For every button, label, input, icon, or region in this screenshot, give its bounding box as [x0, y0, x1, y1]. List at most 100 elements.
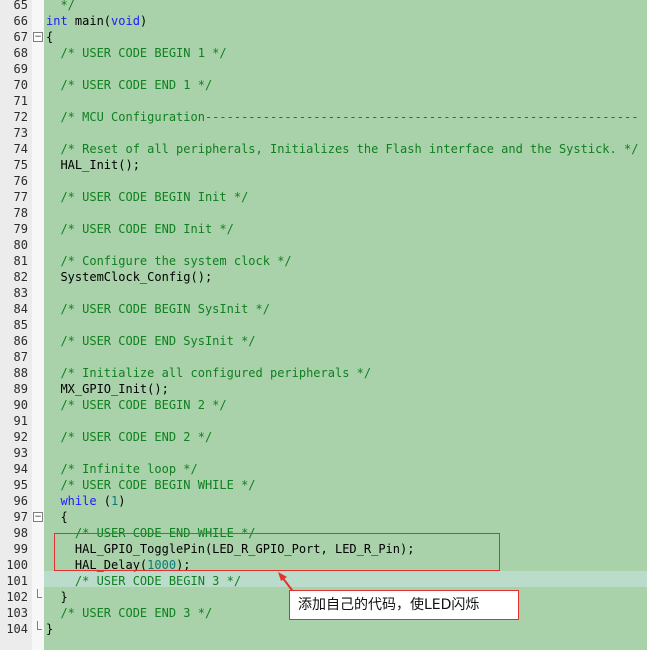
code-line[interactable]: 89 MX_GPIO_Init(); — [0, 381, 647, 397]
code-token: /* USER CODE END 3 */ — [46, 606, 213, 620]
fold-toggle-icon[interactable]: − — [33, 512, 43, 522]
code-text: /* USER CODE BEGIN 1 */ — [46, 45, 226, 61]
code-line[interactable]: 68 /* USER CODE BEGIN 1 */ — [0, 45, 647, 61]
code-text: HAL_Init(); — [46, 157, 140, 173]
code-text: } — [46, 621, 53, 637]
code-line[interactable]: 66 int main(void) — [0, 13, 647, 29]
code-token: ) — [118, 494, 126, 508]
line-number: 99 — [13, 542, 28, 556]
line-number: 96 — [13, 494, 28, 508]
code-token: ( — [96, 494, 112, 508]
code-line[interactable]: 75 HAL_Init(); — [0, 157, 647, 173]
callout-text: 添加自己的代码，使LED闪烁 — [298, 597, 480, 613]
line-number: 98 — [13, 526, 28, 540]
line-number: 75 — [13, 158, 28, 172]
code-text: /* USER CODE END 1 */ — [46, 77, 212, 93]
code-line[interactable]: 67−{ — [0, 29, 647, 45]
code-line[interactable]: 95 /* USER CODE BEGIN WHILE */ — [0, 477, 647, 493]
code-text: */ — [46, 0, 75, 13]
code-token: /* USER CODE BEGIN SysInit */ — [46, 302, 270, 316]
code-line[interactable]: 91 — [0, 413, 647, 429]
code-token: { — [46, 510, 68, 524]
code-token: /* Configure the system clock */ — [46, 254, 292, 268]
line-number: 104 — [6, 622, 28, 636]
code-token: */ — [46, 0, 75, 12]
line-number: 86 — [13, 334, 28, 348]
code-line[interactable]: 84 /* USER CODE BEGIN SysInit */ — [0, 301, 647, 317]
line-number: 92 — [13, 430, 28, 444]
line-number: 73 — [13, 126, 28, 140]
code-line[interactable]: 76 — [0, 173, 647, 189]
callout-annotation: 添加自己的代码，使LED闪烁 — [289, 590, 519, 620]
code-line[interactable]: 101 /* USER CODE BEGIN 3 */ — [0, 573, 647, 589]
fold-end-marker — [37, 589, 42, 598]
code-line[interactable]: 79 /* USER CODE END Init */ — [0, 221, 647, 237]
line-number: 103 — [6, 606, 28, 620]
code-token: /* Initialize all configured peripherals… — [46, 366, 372, 380]
code-text: /* USER CODE BEGIN SysInit */ — [46, 301, 270, 317]
code-line[interactable]: 74 /* Reset of all peripherals, Initiali… — [0, 141, 647, 157]
code-text: } — [46, 589, 67, 605]
code-line[interactable]: 104} — [0, 621, 647, 637]
fold-toggle-icon[interactable]: − — [33, 32, 43, 42]
code-line[interactable]: 90 /* USER CODE BEGIN 2 */ — [0, 397, 647, 413]
code-line[interactable]: 69 — [0, 61, 647, 77]
code-line[interactable]: 71 — [0, 93, 647, 109]
code-line[interactable]: 83 — [0, 285, 647, 301]
code-token: /* Infinite loop */ — [46, 462, 198, 476]
code-editor[interactable]: 65 */66 int main(void) 67−{68 /* USER CODE… — [0, 0, 647, 650]
line-number: 88 — [13, 366, 28, 380]
line-number: 89 — [13, 382, 28, 396]
code-line[interactable]: 85 — [0, 317, 647, 333]
code-text: /* USER CODE BEGIN 3 */ — [46, 573, 241, 589]
code-token: { — [46, 30, 54, 44]
code-token: SystemClock_Config(); — [46, 270, 213, 284]
code-token: } — [46, 622, 54, 636]
line-number: 95 — [13, 478, 28, 492]
line-number: 81 — [13, 254, 28, 268]
line-number: 66 — [13, 14, 28, 28]
code-line[interactable]: 70 /* USER CODE END 1 */ — [0, 77, 647, 93]
code-text: SystemClock_Config(); — [46, 269, 212, 285]
line-number: 91 — [13, 414, 28, 428]
code-line[interactable]: 96 while (1) — [0, 493, 647, 509]
line-number: 76 — [13, 174, 28, 188]
code-token: /* MCU Configuration--------------------… — [46, 110, 639, 124]
code-line[interactable]: 92 /* USER CODE END 2 */ — [0, 429, 647, 445]
code-line[interactable]: 80 — [0, 237, 647, 253]
code-line[interactable]: 97− { — [0, 509, 647, 525]
line-number: 101 — [6, 574, 28, 588]
line-number: 70 — [13, 78, 28, 92]
code-line[interactable]: 65 */ — [0, 0, 647, 13]
code-token: HAL_Init(); — [46, 158, 140, 172]
code-line[interactable]: 77 /* USER CODE BEGIN Init */ — [0, 189, 647, 205]
code-text: /* MCU Configuration--------------------… — [46, 109, 638, 125]
line-number: 72 — [13, 110, 28, 124]
code-token: /* USER CODE BEGIN 3 */ — [46, 574, 242, 588]
code-line[interactable]: 72 /* MCU Configuration-----------------… — [0, 109, 647, 125]
code-line[interactable]: 94 /* Infinite loop */ — [0, 461, 647, 477]
code-token: /* Reset of all peripherals, Initializes… — [46, 142, 639, 156]
code-line[interactable]: 73 — [0, 125, 647, 141]
code-token: /* USER CODE END Init */ — [46, 222, 234, 236]
code-token: MX_GPIO_Init(); — [46, 382, 169, 396]
code-line[interactable]: 78 — [0, 205, 647, 221]
code-line[interactable]: 93 — [0, 445, 647, 461]
code-line[interactable]: 86 /* USER CODE END SysInit */ — [0, 333, 647, 349]
code-token: ) — [139, 14, 148, 28]
line-number: 69 — [13, 62, 28, 76]
code-line[interactable]: 81 /* Configure the system clock */ — [0, 253, 647, 269]
fold-end-marker — [37, 621, 42, 630]
line-number: 78 — [13, 206, 28, 220]
code-text: /* USER CODE END Init */ — [46, 221, 234, 237]
line-number: 94 — [13, 462, 28, 476]
code-token: /* USER CODE END 2 */ — [46, 430, 213, 444]
code-line[interactable]: 87 — [0, 349, 647, 365]
code-line[interactable]: 82 SystemClock_Config(); — [0, 269, 647, 285]
line-number: 80 — [13, 238, 28, 252]
code-line[interactable]: 88 /* Initialize all configured peripher… — [0, 365, 647, 381]
line-number: 74 — [13, 142, 28, 156]
line-number: 71 — [13, 94, 28, 108]
line-number: 85 — [13, 318, 28, 332]
